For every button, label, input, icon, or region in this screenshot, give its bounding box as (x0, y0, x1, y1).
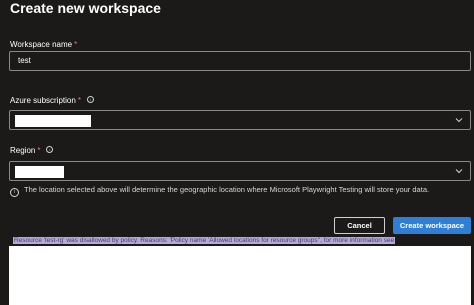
region-value-redacted (15, 166, 64, 178)
page-title: Create new workspace (10, 0, 161, 16)
create-workspace-button[interactable]: Create workspace (393, 217, 471, 234)
error-message: Resource 'test-rg' was disallowed by pol… (9, 235, 471, 305)
subscription-label: Azure subscription * i (10, 96, 94, 105)
location-hint-text: The location selected above will determi… (24, 185, 430, 194)
workspace-name-value: test (18, 56, 31, 65)
region-label: Region * i (10, 146, 54, 155)
region-label-text: Region (10, 146, 36, 155)
workspace-name-label-text: Workspace name (10, 40, 73, 49)
error-text: Resource 'test-rg' was disallowed by pol… (13, 237, 396, 244)
chevron-down-icon (455, 169, 463, 174)
info-icon: i (10, 188, 19, 197)
cancel-button[interactable]: Cancel (334, 217, 385, 234)
workspace-name-input[interactable]: test (9, 51, 471, 71)
error-redacted-area (9, 246, 471, 305)
subscription-dropdown[interactable] (9, 110, 471, 130)
chevron-down-icon (455, 118, 463, 123)
workspace-name-label: Workspace name * (10, 40, 77, 49)
info-icon[interactable]: i (46, 146, 54, 153)
required-mark: * (37, 146, 41, 155)
subscription-label-text: Azure subscription (10, 96, 76, 105)
subscription-value-redacted (15, 115, 91, 127)
info-icon[interactable]: i (86, 96, 94, 103)
location-hint: i The location selected above will determ… (10, 185, 429, 197)
required-mark: * (77, 96, 81, 105)
required-mark: * (74, 40, 78, 49)
region-dropdown[interactable] (9, 161, 471, 181)
